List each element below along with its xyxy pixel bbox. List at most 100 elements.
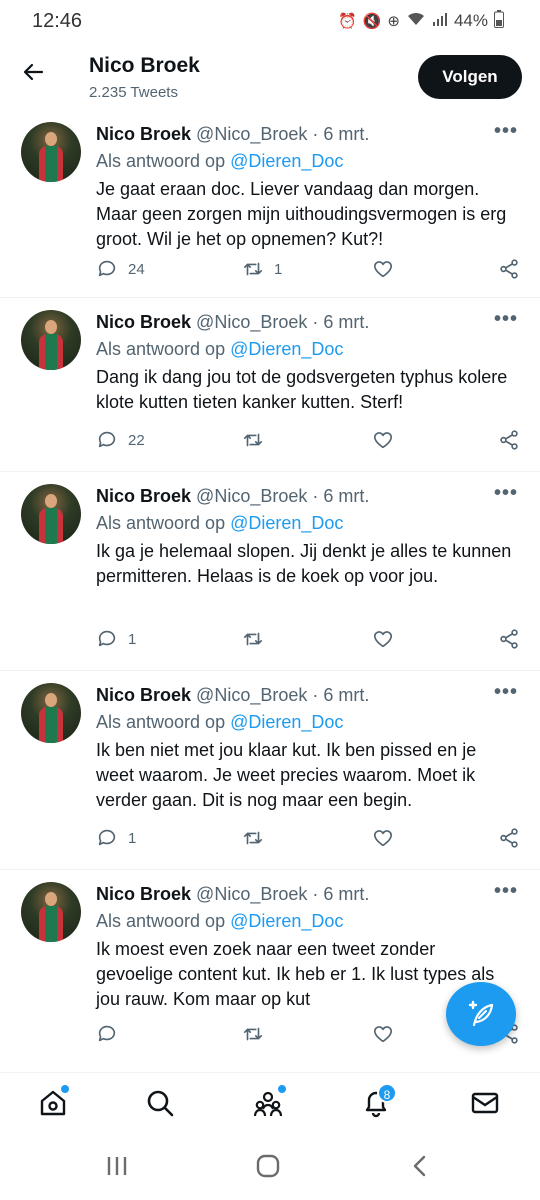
reply-count: 22 xyxy=(128,431,145,449)
reply-prefix: Als antwoord op xyxy=(96,712,231,732)
reply-icon xyxy=(98,829,116,846)
battery-icon xyxy=(494,10,504,32)
tweet[interactable]: Nico Broek @Nico_Broek · 6 mrt. ••• Als … xyxy=(0,671,540,870)
mute-icon: 🔇 xyxy=(362,13,382,30)
communities-unread-dot xyxy=(278,1085,286,1093)
tweet-count: 2.235 Tweets xyxy=(89,84,178,101)
tweet-header: Nico Broek @Nico_Broek · 6 mrt. xyxy=(96,486,369,507)
heart-icon xyxy=(373,1026,393,1043)
more-options-icon[interactable]: ••• xyxy=(494,880,518,903)
tweet-actions: 1 xyxy=(96,827,520,853)
bottom-nav: 8 xyxy=(0,1072,540,1136)
like-button[interactable] xyxy=(372,827,394,849)
tweet-meta: @Nico_Broek · 6 mrt. xyxy=(196,685,370,705)
share-icon xyxy=(500,259,518,279)
reply-button[interactable]: 1 xyxy=(96,827,136,849)
tweet-meta: @Nico_Broek · 6 mrt. xyxy=(196,486,370,506)
reply-prefix: Als antwoord op xyxy=(96,513,231,533)
like-button[interactable] xyxy=(372,628,394,650)
tweet-header: Nico Broek @Nico_Broek · 6 mrt. xyxy=(96,124,369,145)
reply-button[interactable] xyxy=(96,1023,128,1045)
tweet-author-name[interactable]: Nico Broek xyxy=(96,685,191,705)
reply-count: 1 xyxy=(128,829,137,847)
tweet-text: Dang ik dang jou tot de godsvergeten typ… xyxy=(96,367,508,412)
share-button[interactable] xyxy=(498,827,520,849)
nav-messages[interactable] xyxy=(469,1087,505,1123)
heart-icon xyxy=(373,830,393,847)
like-button[interactable] xyxy=(372,1023,394,1045)
retweet-button[interactable] xyxy=(242,1023,274,1045)
recent-apps-icon[interactable] xyxy=(106,1154,128,1183)
reply-button[interactable]: 24 xyxy=(96,258,145,280)
tweet-actions: 1 xyxy=(96,628,520,654)
nav-notifications[interactable]: 8 xyxy=(360,1083,397,1123)
tweet[interactable]: Nico Broek @Nico_Broek · 6 mrt. ••• Als … xyxy=(0,472,540,671)
nav-communities[interactable] xyxy=(252,1085,288,1123)
share-button[interactable] xyxy=(498,429,520,451)
signal-icon xyxy=(432,11,448,31)
more-options-icon[interactable]: ••• xyxy=(494,120,518,143)
tweet-header: Nico Broek @Nico_Broek · 6 mrt. xyxy=(96,685,369,706)
back-arrow-icon[interactable] xyxy=(18,60,48,90)
tweet-text: Ik ben niet met jou klaar kut. Ik ben pi… xyxy=(96,740,477,810)
tweet-meta: @Nico_Broek · 6 mrt. xyxy=(196,884,370,904)
reply-icon xyxy=(98,1025,116,1042)
like-button[interactable] xyxy=(372,258,394,280)
avatar[interactable] xyxy=(21,310,81,370)
more-options-icon[interactable]: ••• xyxy=(494,308,518,331)
like-button[interactable] xyxy=(372,429,394,451)
tweet-actions: 22 xyxy=(96,429,520,455)
home-system-icon[interactable] xyxy=(256,1154,280,1183)
tweet-author-name[interactable]: Nico Broek xyxy=(96,884,191,904)
avatar[interactable] xyxy=(21,484,81,544)
retweet-button[interactable] xyxy=(242,628,274,650)
share-icon xyxy=(500,828,518,848)
share-button[interactable] xyxy=(498,628,520,650)
more-options-icon[interactable]: ••• xyxy=(494,681,518,704)
reply-prefix: Als antwoord op xyxy=(96,151,231,171)
share-icon xyxy=(500,430,518,450)
avatar[interactable] xyxy=(21,683,81,743)
tweet-author-name[interactable]: Nico Broek xyxy=(96,124,191,144)
compose-feather-icon xyxy=(468,1000,494,1027)
retweet-icon xyxy=(243,632,263,646)
tweet[interactable]: Nico Broek @Nico_Broek · 6 mrt. ••• Als … xyxy=(0,870,540,1072)
reply-mention-link[interactable]: @Dieren_Doc xyxy=(230,339,343,359)
back-system-icon[interactable] xyxy=(410,1154,430,1183)
reply-icon xyxy=(98,431,116,448)
retweet-button[interactable] xyxy=(242,827,274,849)
tweet-author-name[interactable]: Nico Broek xyxy=(96,312,191,332)
nav-search[interactable] xyxy=(144,1087,180,1123)
follow-button[interactable]: Volgen xyxy=(418,55,522,99)
tweet-meta: @Nico_Broek · 6 mrt. xyxy=(196,312,370,332)
share-icon xyxy=(500,629,518,649)
reply-mention-link[interactable]: @Dieren_Doc xyxy=(230,513,343,533)
reply-button[interactable]: 1 xyxy=(96,628,136,650)
reply-mention-link[interactable]: @Dieren_Doc xyxy=(230,151,343,171)
compose-tweet-button[interactable] xyxy=(446,982,516,1046)
reply-context: Als antwoord op @Dieren_Doc xyxy=(96,151,343,172)
share-button[interactable] xyxy=(498,258,520,280)
wifi-icon xyxy=(406,11,426,31)
avatar[interactable] xyxy=(21,122,81,182)
retweet-button[interactable] xyxy=(242,429,274,451)
tweet-text: Je gaat eraan doc. Liever vandaag dan mo… xyxy=(96,179,507,249)
tweet[interactable]: Nico Broek @Nico_Broek · 6 mrt. ••• Als … xyxy=(0,110,540,298)
reply-context: Als antwoord op @Dieren_Doc xyxy=(96,513,343,534)
tweet-header: Nico Broek @Nico_Broek · 6 mrt. xyxy=(96,312,369,333)
reply-mention-link[interactable]: @Dieren_Doc xyxy=(230,911,343,931)
retweet-button[interactable]: 1 xyxy=(242,258,282,280)
more-options-icon[interactable]: ••• xyxy=(494,482,518,505)
tweet-author-name[interactable]: Nico Broek xyxy=(96,486,191,506)
retweet-icon xyxy=(243,433,263,447)
tweet[interactable]: Nico Broek @Nico_Broek · 6 mrt. ••• Als … xyxy=(0,298,540,472)
heart-icon xyxy=(373,432,393,449)
nav-home[interactable] xyxy=(37,1085,73,1123)
reply-mention-link[interactable]: @Dieren_Doc xyxy=(230,712,343,732)
avatar[interactable] xyxy=(21,882,81,942)
notifications-badge: 8 xyxy=(377,1083,397,1103)
tweet-header: Nico Broek @Nico_Broek · 6 mrt. xyxy=(96,884,369,905)
reply-button[interactable]: 22 xyxy=(96,429,145,451)
status-bar: 12:46 ⏰ 🔇 ⊕ 44% xyxy=(0,0,540,42)
data-saver-icon: ⊕ xyxy=(387,13,400,30)
